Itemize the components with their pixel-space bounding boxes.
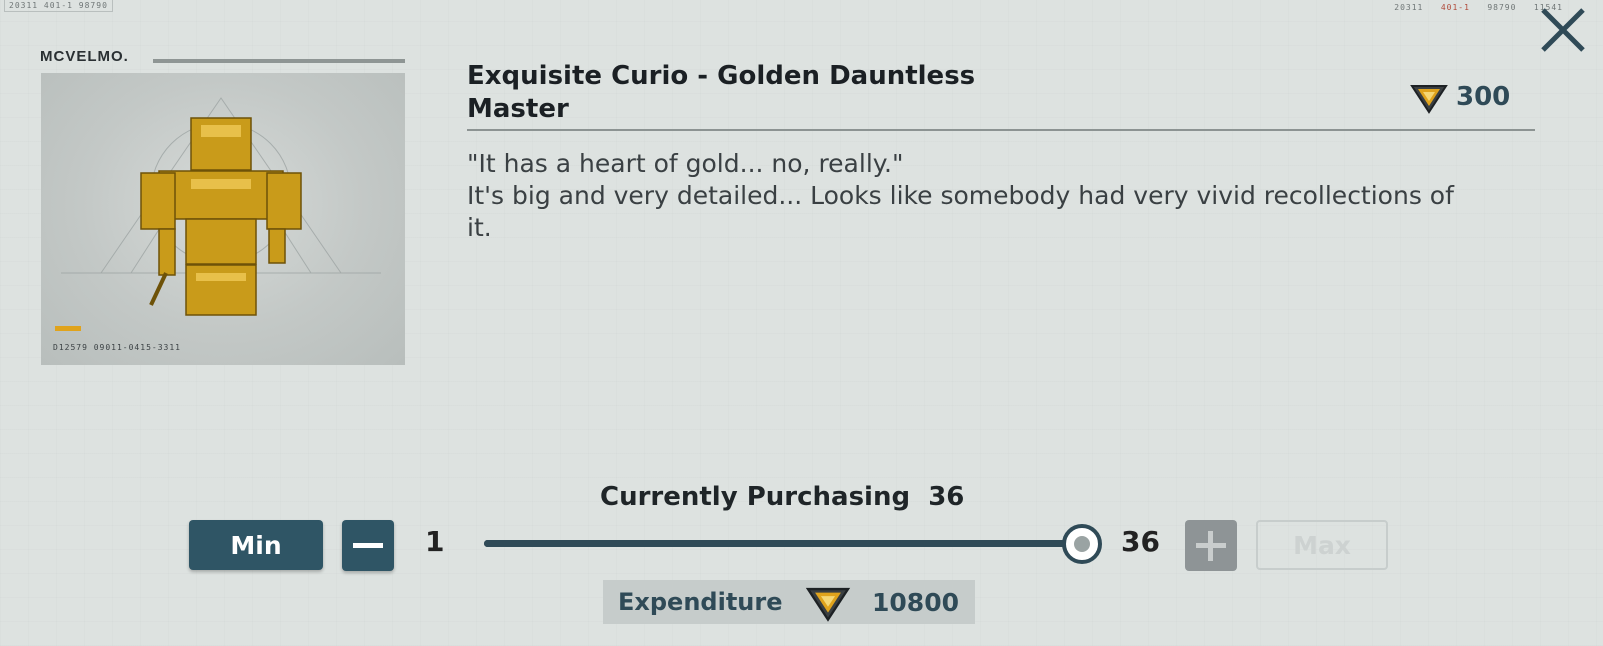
hud-code-c: 98790: [1487, 3, 1517, 12]
purchasing-label: Currently Purchasing: [600, 482, 911, 512]
brand-logo: MCVELMO.: [40, 48, 129, 65]
description-body: It's big and very detailed... Looks like…: [467, 181, 1454, 242]
description-quote: "It has a heart of gold... no, really.": [467, 149, 904, 178]
min-button[interactable]: Min: [189, 520, 323, 570]
item-title: Exquisite Curio - Golden Dauntless Maste…: [467, 61, 976, 124]
card-code: D12579 09011-0415-3311: [53, 343, 181, 352]
hud-code-a: 20311: [1394, 3, 1424, 12]
golden-robot-figure-icon: [61, 97, 381, 316]
item-price: 300: [1410, 77, 1510, 117]
range-max-value: 36: [1121, 525, 1160, 558]
currency-token-icon: [805, 587, 850, 622]
slider-fill: [484, 540, 1082, 547]
slider-handle[interactable]: [1062, 524, 1102, 564]
brand-divider: [153, 59, 405, 63]
currency-token-icon: [1410, 85, 1448, 114]
hud-code-top-left: 20311 401-1 98790: [4, 0, 113, 12]
max-button[interactable]: Max: [1256, 520, 1388, 570]
title-divider: [467, 129, 1535, 131]
close-button[interactable]: [1537, 4, 1589, 56]
currently-purchasing: Currently Purchasing 36: [600, 482, 1000, 512]
quantity-slider[interactable]: [484, 524, 1102, 564]
range-min-value: 1: [425, 525, 445, 558]
expenditure-label: Expenditure: [618, 588, 783, 616]
expenditure-panel: Expenditure 10800: [603, 580, 975, 624]
hud-code-b: 401-1: [1440, 3, 1470, 12]
rarity-bar: [55, 326, 81, 331]
expenditure-value: 10800: [872, 587, 959, 617]
decrease-button[interactable]: [342, 520, 394, 571]
close-x-icon: [1541, 8, 1585, 52]
purchasing-quantity: 36: [928, 482, 965, 512]
price-value: 300: [1456, 82, 1511, 112]
item-image-card: D12579 09011-0415-3311: [41, 73, 405, 365]
increase-button[interactable]: [1185, 520, 1237, 571]
item-description: "It has a heart of gold... no, really." …: [467, 148, 1467, 244]
